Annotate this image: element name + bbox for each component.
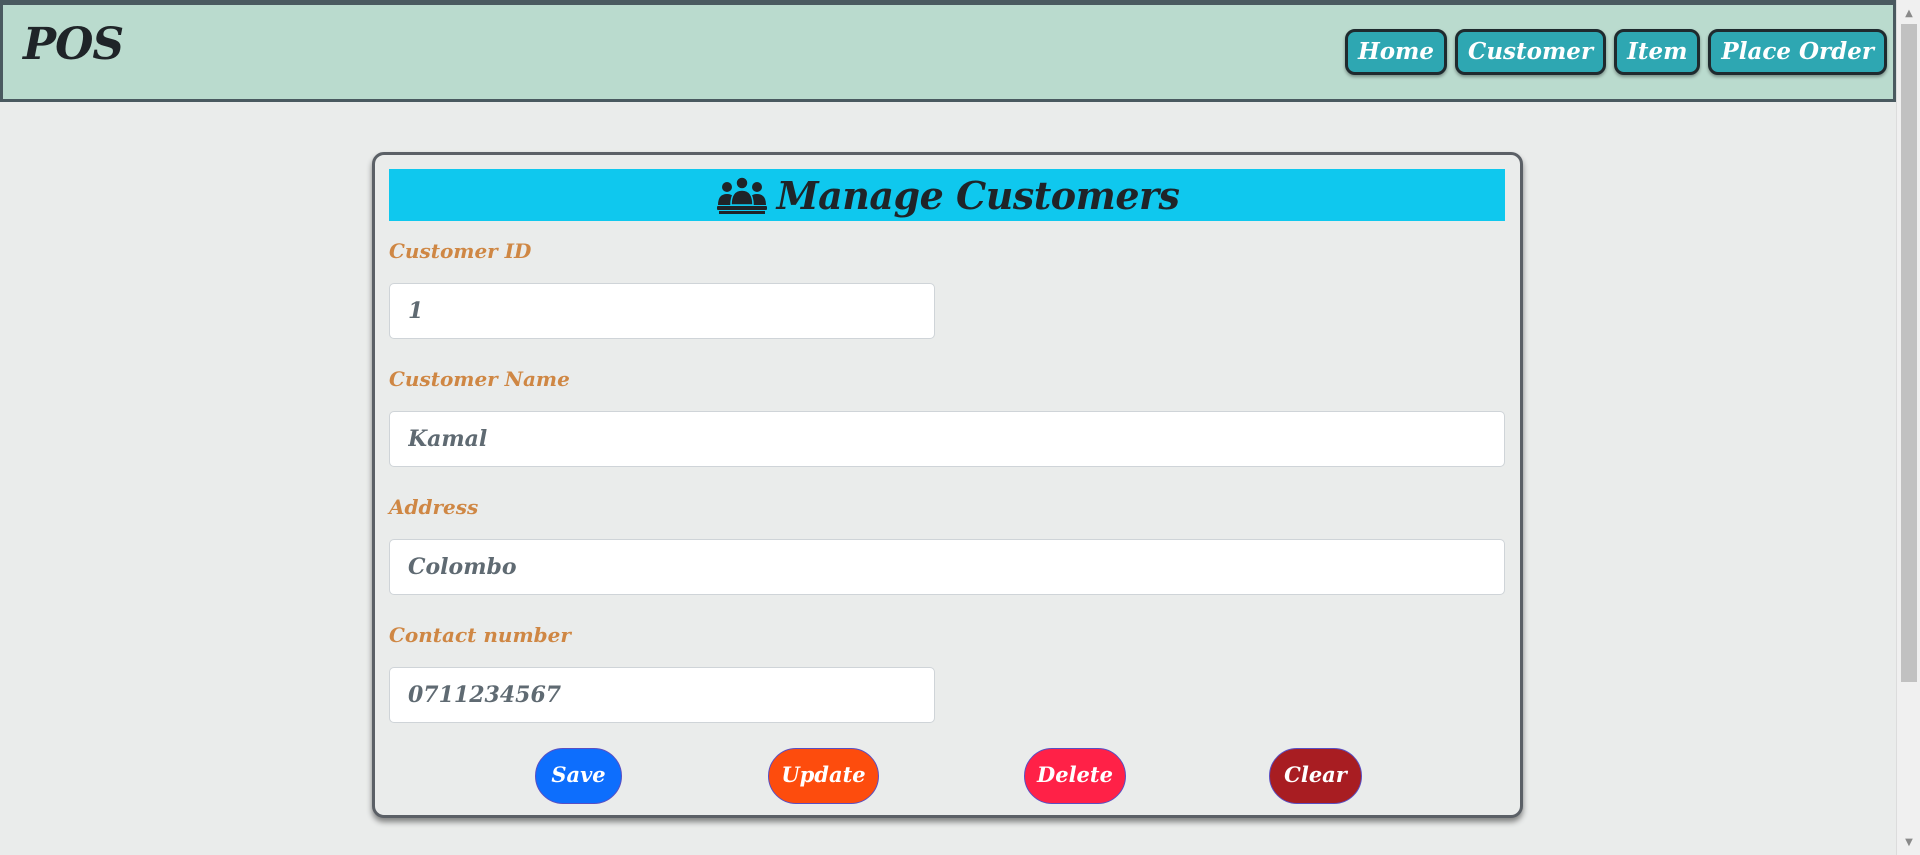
manage-customers-card: Manage Customers Customer ID Customer Na…: [372, 152, 1523, 818]
nav-customer-button[interactable]: Customer: [1455, 29, 1607, 75]
scrollbar-thumb[interactable]: [1901, 24, 1917, 682]
vertical-scrollbar[interactable]: ▲ ▼: [1896, 0, 1920, 855]
scroll-down-arrow-icon[interactable]: ▼: [1897, 833, 1920, 853]
nav-place-order-button[interactable]: Place Order: [1708, 29, 1887, 75]
card-title: Manage Customers: [776, 172, 1180, 218]
page: POS Home Customer Item Place Order Manag…: [0, 0, 1920, 855]
save-button[interactable]: Save: [535, 748, 622, 804]
customer-name-label: Customer Name: [389, 367, 570, 391]
contact-number-label: Contact number: [389, 623, 571, 647]
delete-button[interactable]: Delete: [1024, 748, 1126, 804]
customer-id-label: Customer ID: [389, 239, 532, 263]
clear-button[interactable]: Clear: [1269, 748, 1362, 804]
card-title-bar: Manage Customers: [389, 169, 1505, 221]
brand-logo-text[interactable]: POS: [23, 19, 124, 70]
contact-number-input[interactable]: [389, 667, 935, 723]
scroll-up-arrow-icon[interactable]: ▲: [1897, 4, 1920, 24]
address-label: Address: [389, 495, 479, 519]
customer-id-input[interactable]: [389, 283, 935, 339]
update-button[interactable]: Update: [768, 748, 879, 804]
nav-home-button[interactable]: Home: [1344, 29, 1448, 75]
address-input[interactable]: [389, 539, 1505, 595]
customer-name-input[interactable]: [389, 411, 1505, 467]
people-group-icon: [715, 175, 769, 215]
nav-item-button[interactable]: Item: [1614, 29, 1701, 75]
nav-menu: Home Customer Item Place Order: [1344, 29, 1887, 75]
top-navbar: POS Home Customer Item Place Order: [0, 0, 1896, 102]
